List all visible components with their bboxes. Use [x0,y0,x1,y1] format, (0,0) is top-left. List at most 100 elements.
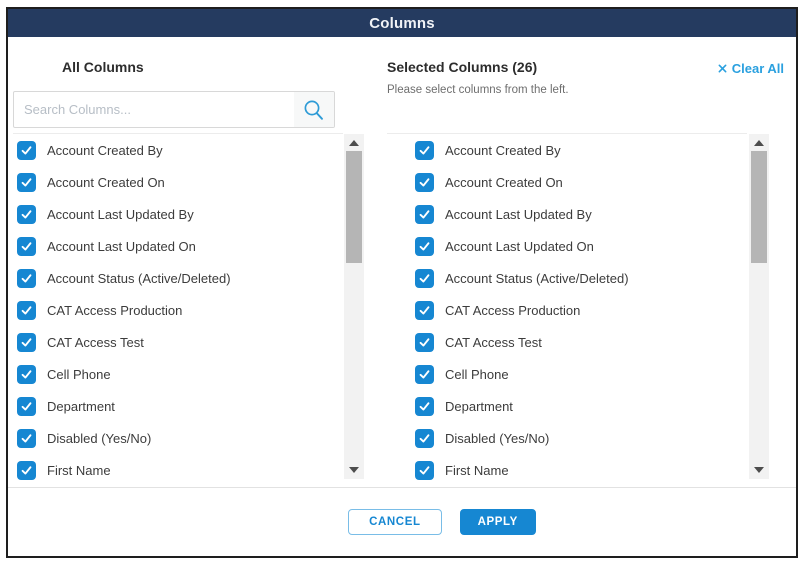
checkbox-checked[interactable] [415,301,434,320]
checkbox-checked[interactable] [415,365,434,384]
column-label: Cell Phone [47,367,111,382]
checkmark-icon [418,208,431,221]
column-list-item[interactable]: Department [387,390,747,422]
column-list-item[interactable]: Account Created On [13,166,343,198]
all-columns-scrollbar[interactable] [344,134,364,479]
dialog-title: Columns [369,15,435,32]
column-list-item[interactable]: Disabled (Yes/No) [13,422,343,454]
apply-button[interactable]: APPLY [460,509,536,535]
column-label: First Name [47,463,111,478]
checkbox-checked[interactable] [17,461,36,480]
checkbox-checked[interactable] [17,237,36,256]
checkmark-icon [20,432,33,445]
checkbox-checked[interactable] [415,397,434,416]
checkbox-checked[interactable] [415,173,434,192]
column-label: Account Status (Active/Deleted) [445,271,629,286]
scrollbar-thumb[interactable] [751,151,767,263]
checkmark-icon [418,272,431,285]
column-list-item[interactable]: Cell Phone [387,358,747,390]
scrollbar-thumb[interactable] [346,151,362,263]
column-list-item[interactable]: Account Last Updated On [13,230,343,262]
checkbox-checked[interactable] [17,397,36,416]
column-list-item[interactable]: Account Last Updated By [13,198,343,230]
checkbox-checked[interactable] [17,365,36,384]
checkbox-checked[interactable] [415,429,434,448]
checkmark-icon [20,208,33,221]
checkmark-icon [418,176,431,189]
cancel-button[interactable]: CANCEL [348,509,442,535]
column-list-item[interactable]: CAT Access Production [13,294,343,326]
column-label: CAT Access Test [445,335,542,350]
checkbox-checked[interactable] [17,173,36,192]
column-list-item[interactable]: First Name [387,454,747,486]
checkmark-icon [418,464,431,477]
checkbox-checked[interactable] [17,141,36,160]
checkbox-checked[interactable] [17,205,36,224]
column-label: Account Created On [47,175,165,190]
checkbox-checked[interactable] [17,429,36,448]
column-list-item[interactable]: CAT Access Production [387,294,747,326]
selected-columns-heading: Selected Columns (26) [387,59,537,75]
column-list-item[interactable]: Account Last Updated By [387,198,747,230]
column-list-item[interactable]: Account Created On [387,166,747,198]
scroll-down-arrow-icon[interactable] [754,467,764,473]
clear-all-button[interactable]: Clear All [718,61,784,76]
clear-all-label: Clear All [732,61,784,76]
checkbox-checked[interactable] [17,301,36,320]
column-list-item[interactable]: Account Status (Active/Deleted) [13,262,343,294]
all-columns-heading: All Columns [62,59,144,75]
checkbox-checked[interactable] [415,237,434,256]
scroll-up-arrow-icon[interactable] [349,140,359,146]
column-label: Account Created By [47,143,163,158]
dialog-footer: CANCEL APPLY [8,488,796,556]
checkmark-icon [20,368,33,381]
column-list-item[interactable]: CAT Access Test [387,326,747,358]
checkbox-checked[interactable] [17,269,36,288]
checkbox-checked[interactable] [415,205,434,224]
column-label: Disabled (Yes/No) [47,431,151,446]
selected-columns-list: Account Created By Account Created On Ac… [387,133,747,486]
all-columns-list: Account Created By Account Created On Ac… [13,133,343,486]
checkmark-icon [418,400,431,413]
column-list-item[interactable]: Account Created By [13,134,343,166]
checkbox-checked[interactable] [415,269,434,288]
column-list-item[interactable]: Department [13,390,343,422]
checkmark-icon [418,144,431,157]
column-list-item[interactable]: CAT Access Test [13,326,343,358]
column-list-item[interactable]: Account Last Updated On [387,230,747,262]
column-label: Department [47,399,115,414]
column-list-item[interactable]: Disabled (Yes/No) [387,422,747,454]
column-label: Account Last Updated On [445,239,594,254]
checkmark-icon [20,272,33,285]
selected-columns-scrollbar[interactable] [749,134,769,479]
column-label: Account Last Updated By [47,207,194,222]
column-list-item[interactable]: Account Created By [387,134,747,166]
column-label: Department [445,399,513,414]
column-list-item[interactable]: Account Status (Active/Deleted) [387,262,747,294]
checkmark-icon [20,304,33,317]
column-label: Cell Phone [445,367,509,382]
checkmark-icon [418,304,431,317]
column-label: Account Created On [445,175,563,190]
scroll-up-arrow-icon[interactable] [754,140,764,146]
columns-dialog: Columns All Columns Account Created By [6,7,798,558]
column-label: CAT Access Production [445,303,580,318]
column-label: Account Last Updated On [47,239,196,254]
search-box [13,91,335,128]
checkmark-icon [20,240,33,253]
x-icon [718,64,727,73]
column-list-item[interactable]: First Name [13,454,343,486]
checkmark-icon [418,368,431,381]
column-label: First Name [445,463,509,478]
scroll-down-arrow-icon[interactable] [349,467,359,473]
search-button[interactable] [294,92,334,127]
checkbox-checked[interactable] [415,333,434,352]
checkbox-checked[interactable] [415,141,434,160]
checkmark-icon [20,464,33,477]
checkbox-checked[interactable] [415,461,434,480]
dialog-titlebar: Columns [8,9,796,37]
checkbox-checked[interactable] [17,333,36,352]
search-input[interactable] [14,92,294,127]
column-label: Account Last Updated By [445,207,592,222]
column-list-item[interactable]: Cell Phone [13,358,343,390]
